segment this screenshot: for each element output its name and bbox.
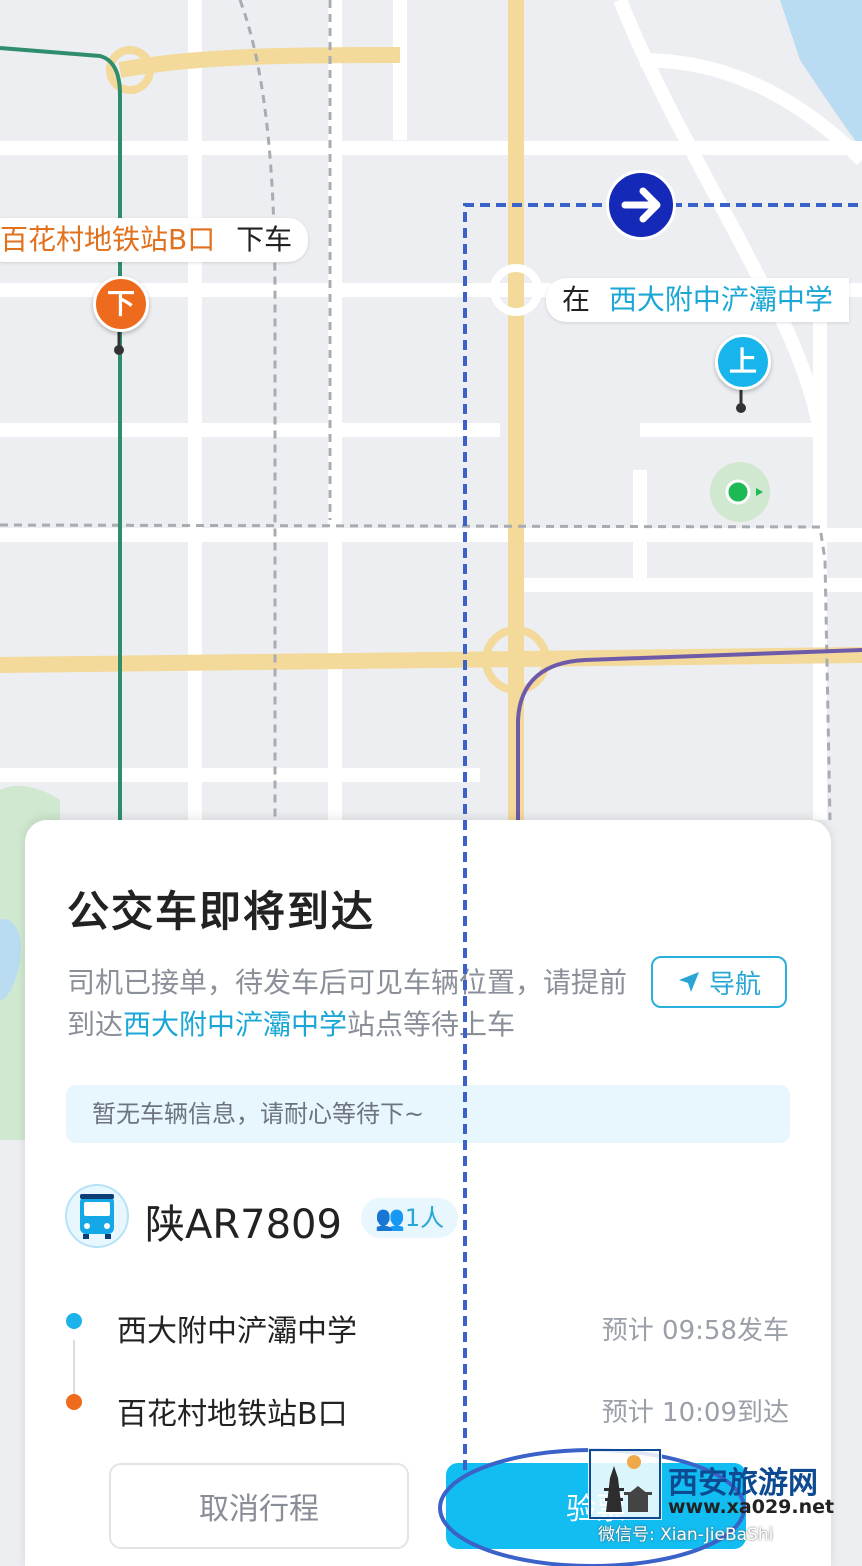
pickup-station-name: 西大附中浐灞中学 xyxy=(608,283,833,316)
pickup-stop-time: 预计 09:58发车 xyxy=(601,1316,789,1346)
bus-plate-number: 陕AR7809 xyxy=(145,1202,342,1248)
desc-text-2: 站点等待上车 xyxy=(347,1008,516,1041)
my-location-dot xyxy=(725,479,751,505)
dropoff-map-label[interactable]: 百花村地铁站B口 下车 xyxy=(0,218,309,262)
watermark-url: www.xa029.net xyxy=(668,1496,835,1518)
dropoff-stop-dot xyxy=(66,1394,82,1410)
pickup-prefix-text: 在 xyxy=(562,283,591,316)
cancel-trip-label: 取消行程 xyxy=(199,1492,319,1527)
dropoff-stop-name: 百花村地铁站B口 xyxy=(117,1397,348,1432)
panel-title: 公交车即将到达 xyxy=(67,887,376,936)
navigate-button[interactable]: 导航 xyxy=(651,956,787,1008)
pickup-stop-name: 西大附中浐灞中学 xyxy=(117,1314,357,1349)
navigate-button-label: 导航 xyxy=(708,969,761,1000)
dropoff-pin-marker[interactable]: 下 xyxy=(93,276,149,332)
dropoff-station-name: 百花村地铁站B口 xyxy=(0,223,216,256)
dropoff-pin-text: 下 xyxy=(106,287,135,320)
watermark-logo xyxy=(588,1448,662,1520)
pickup-pin-marker[interactable]: 上 xyxy=(715,334,771,390)
dropoff-stop-time: 预计 10:09到达 xyxy=(601,1398,789,1428)
passenger-count-badge: 👥1人 xyxy=(361,1198,459,1238)
passenger-count-text: 1人 xyxy=(404,1204,445,1232)
cancel-trip-button[interactable]: 取消行程 xyxy=(109,1463,409,1549)
dropoff-action-text: 下车 xyxy=(236,223,293,256)
pickup-stop-dot xyxy=(66,1313,82,1329)
passenger-icon: 👥 xyxy=(375,1204,405,1232)
pickup-pin-text: 上 xyxy=(728,345,757,378)
watermark-wechat: 微信号: Xian-JieBaShi xyxy=(598,1525,774,1545)
direction-arrow-icon xyxy=(606,170,676,240)
vehicle-info-notice: 暂无车辆信息，请耐心等待下~ xyxy=(66,1085,790,1143)
status-description: 司机已接单，待发车后可见车辆位置，请提前到达西大附中浐灞中学站点等待上车 xyxy=(67,962,627,1046)
stop-connector-line xyxy=(73,1340,75,1398)
navigation-arrow-icon xyxy=(678,972,699,992)
bus-icon xyxy=(65,1184,129,1248)
trip-status-panel: 公交车即将到达 司机已接单，待发车后可见车辆位置，请提前到达西大附中浐灞中学站点… xyxy=(25,820,831,1566)
desc-station-name: 西大附中浐灞中学 xyxy=(123,1008,348,1041)
pickup-map-label[interactable]: 在 西大附中浐灞中学 xyxy=(546,278,849,322)
